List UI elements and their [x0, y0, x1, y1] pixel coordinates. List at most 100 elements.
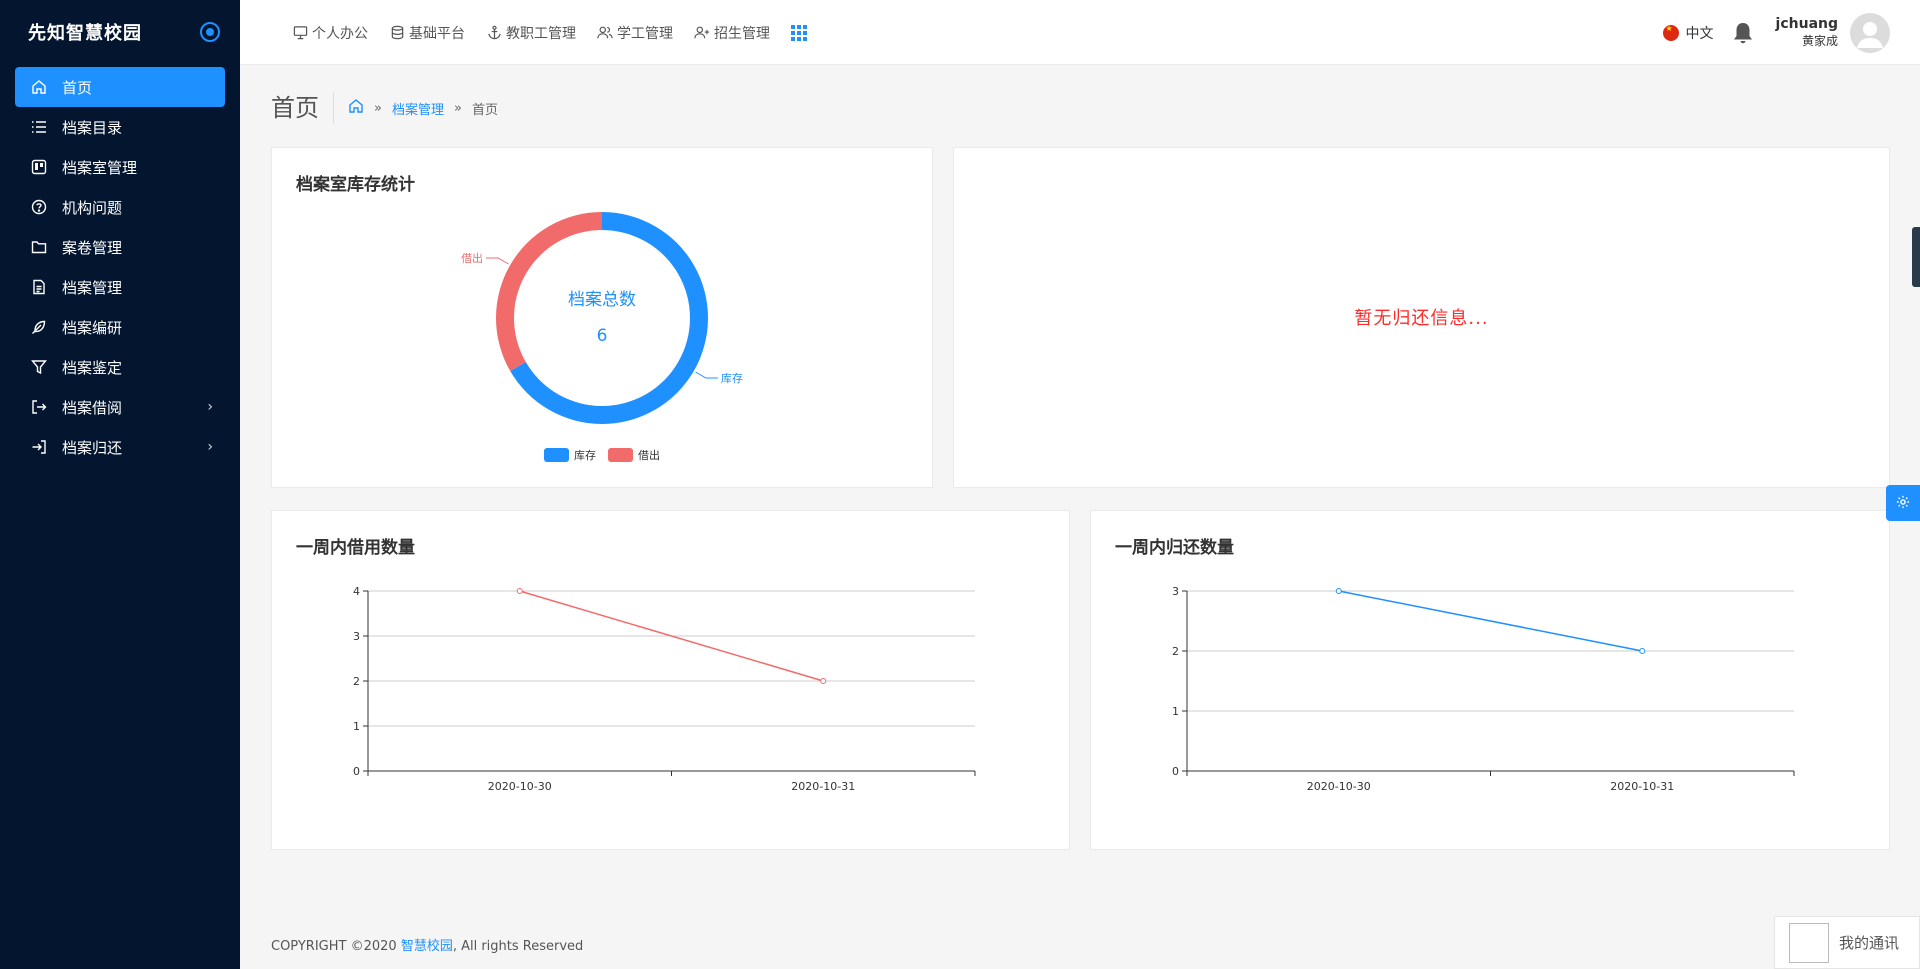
user-realname: 黄家成	[1801, 34, 1838, 48]
return-info-card: 暂无归还信息...	[953, 147, 1890, 488]
sidebar-item-label: 机构问题	[62, 198, 123, 217]
header-right: 中文 jchuang 黄家成	[1662, 0, 1890, 65]
donut-label-line	[486, 257, 509, 265]
data-point[interactable]	[820, 678, 827, 684]
sidebar-menu: 首页 档案目录 档案室管理 机构问题 案卷管理 档案管理 档案编研 档案鉴定 档…	[0, 64, 240, 470]
nav-label: 教职工管理	[506, 25, 576, 42]
legend-label[interactable]: 借出	[638, 448, 660, 462]
legend-label[interactable]: 库存	[574, 448, 596, 462]
sidebar-item-label: 档案编研	[62, 318, 123, 337]
stock-stats-card: 档案室库存统计 库存 借出 档案总数 6 库存 借出	[271, 147, 933, 488]
donut-center-value: 6	[597, 326, 608, 346]
apps-grid-icon[interactable]	[791, 24, 807, 41]
sidebar-item-archive-room[interactable]: 档案室管理	[15, 147, 225, 187]
sidebar-item-borrow[interactable]: 档案借阅 ›	[15, 387, 225, 427]
top-header: 个人办公 基础平台 教职工管理 学工管理 招生管理 ★ 中文 jchuang 黄…	[240, 0, 1920, 65]
nav-enrollment-mgmt[interactable]: 招生管理	[694, 23, 770, 43]
data-point[interactable]	[1335, 588, 1342, 594]
page-header: 首页 » 档案管理 » 首页	[271, 92, 498, 124]
y-tick-label: 4	[353, 585, 360, 598]
page-title: 首页	[271, 92, 334, 124]
nav-label: 学工管理	[617, 25, 673, 42]
x-tick-label: 2020-10-31	[1610, 780, 1674, 793]
footer-copyright: COPYRIGHT ©2020	[271, 939, 401, 954]
footer-suffix: , All rights Reserved	[452, 939, 584, 954]
top-nav: 个人办公 基础平台 教职工管理 学工管理 招生管理	[292, 0, 807, 65]
document-icon	[30, 278, 48, 296]
brand-title: 先知智慧校园	[28, 23, 142, 44]
board-icon	[30, 158, 48, 176]
x-tick-label: 2020-10-31	[791, 780, 855, 793]
sidebar-item-home[interactable]: 首页	[15, 67, 225, 107]
sidebar: 先知智慧校园 首页 档案目录 档案室管理 机构问题 案卷管理 档案管理 档案编研…	[0, 0, 240, 969]
nav-staff-mgmt[interactable]: 教职工管理	[486, 23, 576, 43]
broken-image-icon	[1789, 922, 1829, 963]
sidebar-item-label: 案卷管理	[62, 238, 123, 257]
borrow-week-card: 一周内借用数量 0 1 2 3 4 2020-10-30 2020-10-31	[271, 510, 1070, 850]
donut-slice-label: 借出	[461, 251, 483, 265]
nav-base-platform[interactable]: 基础平台	[389, 23, 465, 43]
y-tick-label: 3	[1172, 585, 1179, 598]
settings-float-button[interactable]	[1886, 485, 1920, 521]
x-tick-label: 2020-10-30	[1307, 780, 1371, 793]
sidebar-item-compile[interactable]: 档案编研	[15, 307, 225, 347]
sidebar-item-archive-mgmt[interactable]: 档案管理	[15, 267, 225, 307]
sidebar-item-label: 首页	[62, 78, 93, 97]
feather-icon	[30, 318, 48, 336]
legend-swatch[interactable]	[544, 448, 569, 462]
chevron-right-icon: ›	[207, 399, 213, 415]
breadcrumb: » 档案管理 » 首页	[348, 98, 498, 118]
chat-widget[interactable]: 我的通讯	[1774, 916, 1920, 969]
breadcrumb-home-icon[interactable]	[348, 98, 364, 118]
brand: 先知智慧校园	[0, 0, 240, 64]
database-icon	[389, 25, 405, 41]
sidebar-item-org-issues[interactable]: 机构问题	[15, 187, 225, 227]
sidebar-item-label: 档案管理	[62, 278, 123, 297]
home-icon	[30, 78, 48, 96]
series-line	[1338, 590, 1643, 652]
user-plus-icon	[694, 25, 710, 41]
side-scroll-handle[interactable]	[1912, 227, 1920, 287]
x-tick-label: 2020-10-30	[488, 780, 552, 793]
y-tick-label: 0	[353, 765, 360, 778]
return-week-card: 一周内归还数量 0 1 2 3 2020-10-30 2020-10-31	[1090, 510, 1890, 850]
y-tick-label: 0	[1172, 765, 1179, 778]
username: jchuang	[1775, 16, 1838, 32]
sidebar-item-label: 档案室管理	[62, 158, 138, 177]
sidebar-item-return[interactable]: 档案归还 ›	[15, 427, 225, 467]
bell-icon[interactable]	[1732, 21, 1754, 45]
china-flag-icon	[1662, 24, 1679, 41]
stock-donut-chart: 库存借出 档案总数 6 库存 借出	[461, 212, 743, 462]
question-circle-icon	[30, 198, 48, 216]
y-tick-label: 3	[353, 630, 360, 643]
folder-icon	[30, 238, 48, 256]
y-tick-label: 2	[353, 675, 360, 688]
nav-label: 个人办公	[312, 25, 368, 42]
y-tick-label: 1	[1172, 705, 1179, 718]
data-point[interactable]	[516, 588, 523, 594]
sidebar-toggle-icon[interactable]	[200, 22, 220, 42]
breadcrumb-current: 首页	[471, 102, 498, 118]
footer-link[interactable]: 智慧校园	[401, 939, 453, 954]
breadcrumb-archive-mgmt[interactable]: 档案管理	[392, 99, 444, 118]
y-tick-label: 1	[353, 720, 360, 733]
sidebar-item-label: 档案目录	[62, 118, 123, 137]
user-info[interactable]: jchuang 黄家成	[1776, 16, 1838, 49]
sidebar-item-label: 档案借阅	[62, 398, 123, 417]
sidebar-item-files[interactable]: 案卷管理	[15, 227, 225, 267]
sidebar-item-catalog[interactable]: 档案目录	[15, 107, 225, 147]
sidebar-item-label: 档案鉴定	[62, 358, 123, 377]
language-label: 中文	[1685, 25, 1714, 42]
data-point[interactable]	[1639, 648, 1646, 654]
nav-label: 招生管理	[714, 25, 770, 42]
donut-label-line	[695, 371, 718, 379]
language-switcher[interactable]: 中文	[1662, 23, 1714, 43]
filter-icon	[30, 358, 48, 376]
nav-student-mgmt[interactable]: 学工管理	[597, 23, 673, 43]
sidebar-item-appraisal[interactable]: 档案鉴定	[15, 347, 225, 387]
chevron-right-icon: ›	[207, 439, 213, 455]
login-icon	[30, 438, 48, 456]
legend-swatch[interactable]	[608, 448, 633, 462]
nav-personal-office[interactable]: 个人办公	[292, 23, 368, 43]
avatar[interactable]	[1850, 12, 1890, 53]
